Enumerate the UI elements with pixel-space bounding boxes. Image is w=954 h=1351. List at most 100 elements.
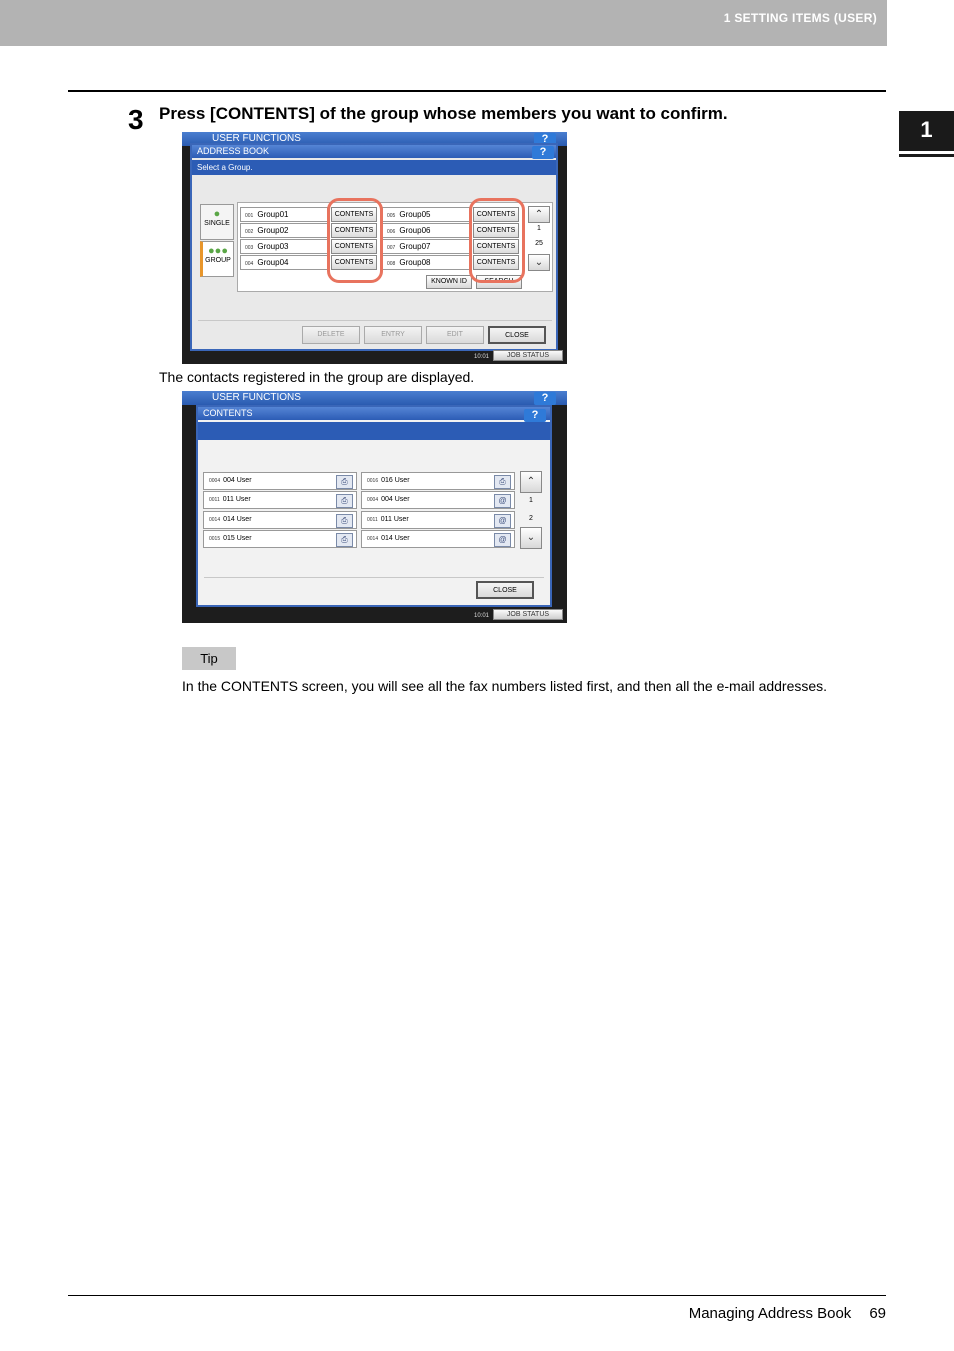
- group-number: 001: [245, 213, 254, 219]
- list-item[interactable]: 006 Group06: [382, 223, 470, 238]
- highlight-oval-left: [327, 198, 383, 283]
- group-name: Group07: [399, 242, 431, 251]
- address-book-screenshot: USER FUNCTIONS ? ADDRESS BOOK ? Select a…: [182, 132, 567, 364]
- list-item[interactable]: 007 Group07: [382, 239, 470, 254]
- help-button[interactable]: ?: [534, 392, 556, 405]
- panel-help-button[interactable]: ?: [524, 409, 546, 422]
- group-number: 002: [245, 229, 254, 235]
- group-name: Group03: [257, 242, 289, 251]
- list-item[interactable]: 0004 004 User ⎙: [203, 472, 357, 490]
- contact-number: 0015: [209, 536, 221, 542]
- contact-number: 0004: [209, 478, 221, 484]
- delete-button[interactable]: DELETE: [302, 326, 360, 344]
- job-status-button[interactable]: JOB STATUS: [493, 609, 563, 620]
- panel-subtitle: Select a Group.: [192, 160, 556, 175]
- panel-subheader: [198, 422, 550, 440]
- list-item[interactable]: 003 Group03: [240, 239, 328, 254]
- list-item[interactable]: 008 Group08: [382, 255, 470, 270]
- contact-number: 0016: [367, 478, 379, 484]
- email-icon: @: [494, 533, 511, 547]
- tip-text: In the CONTENTS screen, you will see all…: [182, 678, 828, 694]
- divider: [204, 577, 544, 578]
- user-functions-title: USER FUNCTIONS: [182, 391, 567, 405]
- step-instruction: Press [CONTENTS] of the group whose memb…: [159, 104, 728, 123]
- highlight-oval-right: [469, 198, 525, 283]
- page-down-button[interactable]: ⌄: [528, 254, 550, 271]
- email-icon: @: [494, 514, 511, 528]
- contact-number: 0014: [367, 536, 379, 542]
- clock: 10:01: [474, 354, 490, 360]
- step-number: 3: [128, 104, 144, 135]
- entry-button[interactable]: ENTRY: [364, 326, 422, 344]
- tip-label: Tip: [182, 647, 236, 670]
- contact-name: 011 User: [380, 516, 409, 523]
- list-item[interactable]: 0004 004 User @: [361, 491, 515, 509]
- fax-icon: ⎙: [336, 475, 353, 489]
- contact-name: 014 User: [223, 516, 252, 523]
- fax-icon: ⎙: [494, 475, 511, 489]
- group-name: Group05: [399, 210, 431, 219]
- page-current: 1: [529, 497, 533, 504]
- page-number: 69: [869, 1305, 886, 1322]
- contact-number: 0011: [367, 517, 378, 523]
- list-item[interactable]: 004 Group04: [240, 255, 328, 270]
- list-item[interactable]: 0011 011 User @: [361, 511, 515, 529]
- list-item[interactable]: 0014 014 User ⎙: [203, 511, 357, 529]
- group-users-icon: ●●●: [208, 245, 228, 257]
- footer-title: Managing Address Book: [688, 1305, 852, 1322]
- contents-screenshot: USER FUNCTIONS ? CONTENTS ? 0004 004 User…: [182, 391, 567, 623]
- group-name: Group06: [399, 226, 431, 235]
- top-rule: [68, 90, 886, 92]
- clock: 10:01: [474, 613, 490, 619]
- address-book-panel: ADDRESS BOOK ? Select a Group. ● SINGLE …: [190, 143, 558, 351]
- group-number: 006: [387, 229, 396, 235]
- bottom-rule: [68, 1295, 886, 1296]
- contact-name: 016 User: [381, 477, 410, 484]
- panel-help-button[interactable]: ?: [532, 146, 554, 159]
- single-tab[interactable]: ● SINGLE: [200, 204, 234, 240]
- fax-icon: ⎙: [336, 533, 353, 547]
- list-item[interactable]: 001 Group01: [240, 207, 328, 222]
- list-item[interactable]: 002 Group02: [240, 223, 328, 238]
- page-up-button[interactable]: ⌃: [528, 206, 550, 223]
- divider: [198, 320, 552, 321]
- list-item[interactable]: 0011 011 User ⎙: [203, 491, 357, 509]
- header-bar: 1 SETTING ITEMS (USER): [0, 0, 887, 46]
- list-item[interactable]: 0014 014 User @: [361, 530, 515, 548]
- list-item[interactable]: 005 Group05: [382, 207, 470, 222]
- section-title: 1 SETTING ITEMS (USER): [723, 11, 877, 25]
- chevron-up-icon: ⌃: [526, 476, 536, 487]
- group-number: 005: [387, 213, 396, 219]
- edit-button[interactable]: EDIT: [426, 326, 484, 344]
- group-number: 008: [387, 261, 396, 267]
- panel-title: CONTENTS: [198, 407, 550, 420]
- single-user-icon: ●: [213, 208, 221, 220]
- group-number: 007: [387, 245, 396, 251]
- single-tab-label: SINGLE: [204, 220, 230, 227]
- fax-icon: ⎙: [336, 514, 353, 528]
- group-name: Group04: [257, 258, 289, 267]
- chevron-down-icon: ⌄: [534, 257, 544, 268]
- group-name: Group02: [257, 226, 289, 235]
- group-tab[interactable]: ●●● GROUP: [200, 241, 234, 277]
- page-up-button[interactable]: ⌃: [520, 471, 542, 493]
- list-item[interactable]: 0016 016 User ⎙: [361, 472, 515, 490]
- page-total: 25: [535, 240, 543, 247]
- group-number: 003: [245, 245, 254, 251]
- footer: Managing Address Book 69: [671, 1305, 886, 1322]
- contact-name: 015 User: [223, 535, 252, 542]
- group-number: 004: [245, 261, 254, 267]
- group-name: Group01: [257, 210, 289, 219]
- close-button[interactable]: CLOSE: [476, 581, 534, 599]
- close-button[interactable]: CLOSE: [488, 326, 546, 344]
- list-item[interactable]: 0015 015 User ⎙: [203, 530, 357, 548]
- fax-icon: ⎙: [336, 494, 353, 508]
- page-down-button[interactable]: ⌄: [520, 527, 542, 549]
- contact-number: 0011: [209, 497, 220, 503]
- contact-number: 0004: [367, 497, 379, 503]
- contact-number: 0014: [209, 517, 221, 523]
- job-status-button[interactable]: JOB STATUS: [493, 350, 563, 361]
- page-current: 1: [537, 225, 541, 232]
- known-id-button[interactable]: KNOWN ID: [426, 275, 472, 289]
- chevron-down-icon: ⌄: [526, 532, 536, 543]
